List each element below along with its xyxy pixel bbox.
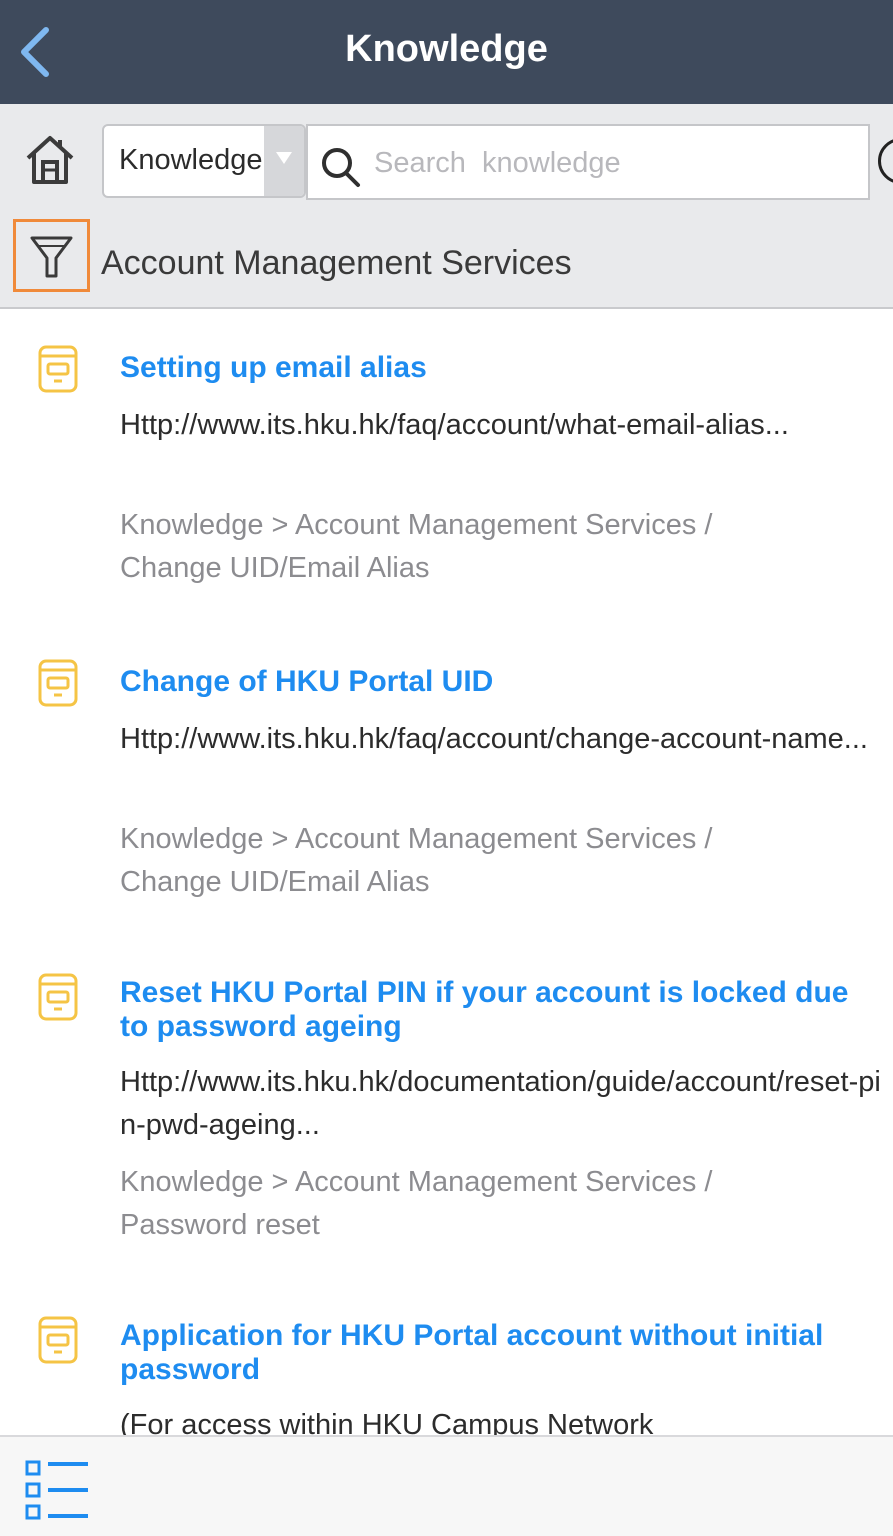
result-title-link[interactable]: Reset HKU Portal PIN if your account is … — [120, 976, 860, 1044]
result-title-link[interactable]: Application for HKU Portal account witho… — [120, 1319, 860, 1387]
knowledge-page: Knowledge Knowledge Search knowledge Acc… — [0, 0, 893, 1536]
search-icon — [322, 148, 360, 187]
triangle-down-icon — [276, 152, 292, 164]
search-input[interactable] — [372, 136, 856, 190]
result-snippet: Http://www.its.hku.hk/documentation/guid… — [120, 1066, 881, 1141]
document-icon — [38, 1316, 78, 1364]
funnel-icon — [30, 236, 73, 278]
result-path: Knowledge > Account Management Services … — [120, 823, 713, 898]
home-icon — [26, 136, 74, 184]
select-arrow-zone — [264, 126, 304, 196]
result-title-link[interactable]: Change of HKU Portal UID — [120, 665, 860, 699]
search-toolbar: Knowledge Account Management Services — [0, 104, 893, 309]
document-icon — [38, 659, 78, 707]
clear-circle-icon[interactable] — [878, 138, 893, 184]
result-snippet: Http://www.its.hku.hk/faq/account/change… — [120, 723, 868, 755]
result-path: Knowledge > Account Management Services … — [120, 509, 713, 584]
result-snippet: (For access within HKU Campus Network — [120, 1409, 654, 1435]
page-title: Knowledge — [345, 28, 548, 70]
filter-button[interactable] — [13, 219, 90, 292]
result-snippet: Http://www.its.hku.hk/faq/account/what-e… — [120, 409, 789, 441]
document-icon — [38, 973, 78, 1021]
filter-category-label: Account Management Services — [101, 244, 572, 282]
result-path: Knowledge > Account Management Services … — [120, 1166, 713, 1241]
home-button[interactable] — [22, 132, 78, 188]
search-box[interactable] — [306, 124, 870, 200]
results-list: Setting up email alias Http://www.its.hk… — [0, 309, 893, 1435]
select-value: Knowledge — [119, 144, 263, 176]
list-view-button[interactable] — [24, 1459, 90, 1521]
navigation-bar: Knowledge — [0, 0, 893, 104]
document-icon — [38, 345, 78, 393]
result-title-link[interactable]: Setting up email alias — [120, 351, 860, 385]
list-icon — [25, 1460, 88, 1520]
bottom-toolbar — [0, 1435, 893, 1536]
knowledge-base-select[interactable]: Knowledge — [102, 124, 306, 198]
